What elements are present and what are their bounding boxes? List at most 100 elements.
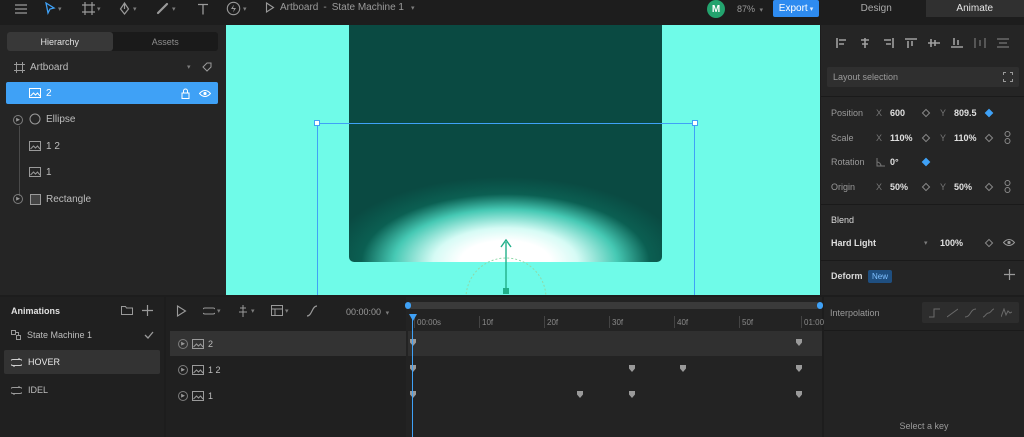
align-left-icon[interactable]	[834, 36, 850, 50]
export-label: Export	[778, 3, 808, 14]
hierarchy-artboard-row[interactable]: Artboard ▾	[6, 56, 218, 78]
text-tool-button[interactable]	[197, 1, 209, 16]
select-tool-button[interactable]: ▾	[44, 1, 62, 16]
add-animation-icon[interactable]	[142, 305, 153, 316]
rotation-value[interactable]: 0°	[890, 157, 899, 167]
tab-hierarchy[interactable]: Hierarchy	[7, 32, 113, 51]
timeline-track[interactable]	[408, 331, 822, 356]
pen-tool-button[interactable]: ▾	[118, 1, 137, 16]
timeline-row-1[interactable]: ▶ 1	[170, 383, 406, 408]
keyframe-marker[interactable]	[680, 365, 686, 372]
resize-handle[interactable]	[314, 120, 320, 126]
export-button[interactable]: Export ▾	[773, 0, 819, 17]
resize-handle[interactable]	[692, 120, 698, 126]
range-end-handle[interactable]	[817, 302, 823, 309]
align-center-v-icon[interactable]	[926, 36, 942, 50]
blend-mode-select[interactable]: Hard Light	[831, 238, 876, 248]
ease-interp-icon[interactable]	[982, 308, 994, 318]
zoom-level[interactable]: 87% ▾	[737, 4, 763, 14]
timeline-range-bar[interactable]	[405, 302, 823, 309]
keyframe-marker[interactable]	[410, 391, 416, 398]
hold-interp-icon[interactable]	[929, 308, 941, 318]
hierarchy-item-2[interactable]: 2	[6, 82, 218, 104]
keyframe-marker[interactable]	[796, 365, 802, 372]
hierarchy-item-ellipse[interactable]: Ellipse	[6, 108, 218, 130]
breadcrumb-artboard[interactable]: Artboard	[280, 2, 318, 13]
keyframe-marker[interactable]	[629, 365, 635, 372]
hierarchy-item-1-2[interactable]: 1 2	[6, 135, 218, 157]
frame-tool-button[interactable]: ▾	[82, 1, 101, 16]
align-center-h-icon[interactable]	[857, 36, 873, 50]
layout-selection-button[interactable]: Layout selection	[827, 67, 1019, 87]
playhead[interactable]	[412, 316, 413, 437]
linear-interp-icon[interactable]	[947, 308, 959, 318]
timeline-track[interactable]	[408, 383, 822, 408]
eye-icon[interactable]	[199, 89, 211, 98]
opacity-value[interactable]: 100%	[940, 238, 963, 248]
align-top-icon[interactable]	[903, 36, 919, 50]
playhead-handle-icon[interactable]	[409, 314, 417, 321]
folder-icon[interactable]	[121, 305, 133, 315]
scale-y-value[interactable]: 110%	[954, 133, 977, 143]
tab-assets[interactable]: Assets	[113, 32, 219, 51]
link-icon[interactable]	[1004, 131, 1011, 144]
elastic-interp-icon[interactable]	[1000, 307, 1012, 318]
menu-icon[interactable]	[14, 1, 28, 16]
bone-tool-button[interactable]: ▾	[156, 1, 176, 16]
lock-icon[interactable]	[181, 88, 190, 99]
keyframe-marker[interactable]	[410, 339, 416, 346]
avatar[interactable]: M	[707, 0, 725, 18]
animation-item-label: HOVER	[28, 357, 61, 367]
keyframe-tools-button[interactable]: ▾	[271, 305, 289, 316]
hierarchy-item-1[interactable]: 1	[6, 161, 218, 183]
animation-item-state-machine[interactable]: State Machine 1	[4, 323, 160, 347]
keyframe-marker[interactable]	[577, 391, 583, 398]
event-tool-button[interactable]: ▾	[226, 1, 247, 16]
keyframe-marker[interactable]	[629, 391, 635, 398]
chevron-down-icon[interactable]: ▾	[924, 239, 928, 247]
timeline-row-2[interactable]: ▶ 2	[170, 331, 406, 356]
transform-gizmo[interactable]	[456, 230, 556, 295]
keyframe-marker[interactable]	[410, 365, 416, 372]
snap-button[interactable]: ▾	[237, 305, 255, 317]
expand-icon[interactable]	[1003, 72, 1013, 82]
scale-x-value[interactable]: 110%	[890, 133, 913, 143]
animation-item-idel[interactable]: IDEL	[4, 378, 160, 402]
play-icon[interactable]	[265, 2, 275, 13]
timeline-row-1-2[interactable]: ▶ 1 2	[170, 357, 406, 382]
keyframe-marker[interactable]	[796, 391, 802, 398]
distribute-h-icon[interactable]	[972, 36, 988, 50]
artboard-canvas[interactable]	[226, 25, 820, 295]
chevron-down-icon[interactable]: ▾	[187, 63, 191, 71]
easing-icon[interactable]	[306, 305, 318, 317]
breadcrumb-state-machine[interactable]: State Machine 1	[332, 2, 404, 13]
animation-item-label: IDEL	[28, 385, 49, 395]
keyframe-marker[interactable]	[796, 339, 802, 346]
play-icon[interactable]	[176, 305, 187, 317]
chevron-down-icon[interactable]: ▾	[411, 4, 415, 12]
align-right-icon[interactable]	[880, 36, 896, 50]
hierarchy-item-rectangle[interactable]: Rectangle	[6, 188, 218, 210]
position-y-value[interactable]: 809.5	[954, 108, 977, 118]
cubic-interp-icon[interactable]	[964, 308, 976, 318]
range-start-handle[interactable]	[405, 302, 411, 309]
distribute-v-icon[interactable]	[995, 36, 1011, 50]
loop-mode-button[interactable]: ▾	[203, 306, 221, 316]
expand-toggle[interactable]: ▶	[178, 364, 188, 375]
origin-x-value[interactable]: 50%	[890, 182, 908, 192]
expand-toggle[interactable]: ▶	[178, 338, 188, 349]
origin-y-value[interactable]: 50%	[954, 182, 972, 192]
eye-icon[interactable]	[1003, 238, 1015, 247]
position-label: Position	[831, 108, 864, 118]
tag-icon[interactable]	[202, 62, 212, 72]
link-icon[interactable]	[1004, 180, 1011, 193]
align-bottom-icon[interactable]	[949, 36, 965, 50]
timeline-track[interactable]	[408, 357, 822, 382]
position-x-value[interactable]: 600	[890, 108, 905, 118]
animation-item-hover[interactable]: HOVER	[4, 350, 160, 374]
add-icon[interactable]	[1004, 269, 1015, 280]
expand-toggle[interactable]: ▶	[178, 390, 188, 401]
time-display[interactable]: 00:00:00 ▾	[346, 307, 389, 317]
tab-design[interactable]: Design	[827, 0, 926, 17]
tab-animate[interactable]: Animate	[925, 0, 1024, 17]
